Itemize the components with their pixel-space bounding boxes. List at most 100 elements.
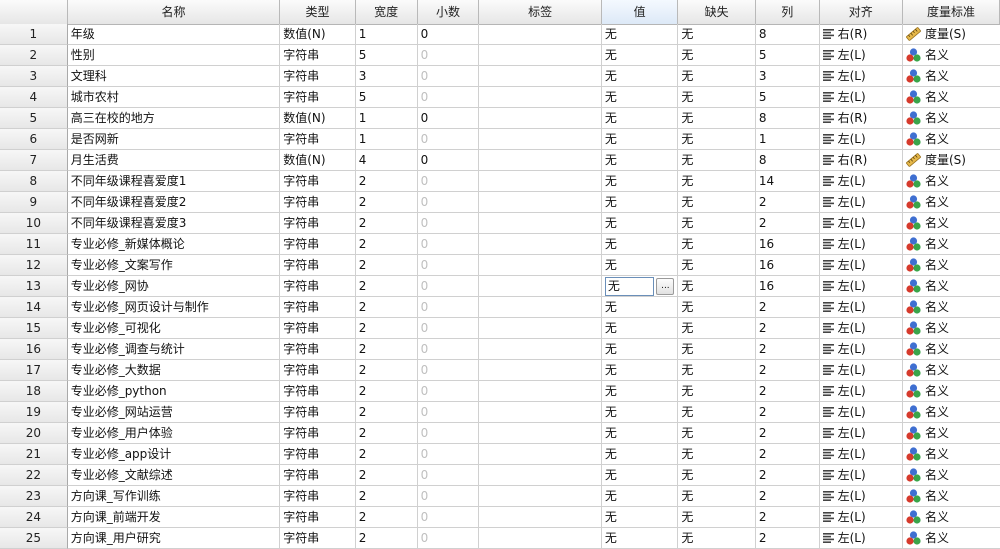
values-cell[interactable]: 无 bbox=[601, 528, 679, 549]
row-number[interactable]: 2 bbox=[0, 45, 68, 66]
values-cell[interactable]: 无... bbox=[601, 276, 679, 297]
label-cell[interactable] bbox=[479, 150, 602, 171]
align-cell[interactable]: 左(L) bbox=[819, 507, 903, 528]
row-number[interactable]: 13 bbox=[0, 276, 68, 297]
missing-cell[interactable]: 无 bbox=[678, 234, 756, 255]
columns-cell[interactable]: 2 bbox=[755, 213, 820, 234]
name-cell[interactable]: 专业必修_文献综述 bbox=[67, 465, 281, 486]
name-cell[interactable]: 专业必修_app设计 bbox=[67, 444, 281, 465]
row-number[interactable]: 4 bbox=[0, 87, 68, 108]
measure-cell[interactable]: 名义 bbox=[902, 255, 1000, 276]
name-cell[interactable]: 专业必修_网站运营 bbox=[67, 402, 281, 423]
measure-cell[interactable]: 名义 bbox=[902, 45, 1000, 66]
label-cell[interactable] bbox=[479, 192, 602, 213]
missing-cell[interactable]: 无 bbox=[678, 465, 756, 486]
columns-cell[interactable]: 8 bbox=[755, 108, 820, 129]
type-cell[interactable]: 字符串 bbox=[280, 276, 356, 297]
label-cell[interactable] bbox=[479, 465, 602, 486]
type-cell[interactable]: 字符串 bbox=[280, 465, 356, 486]
measure-cell[interactable]: 度量(S) bbox=[902, 150, 1000, 171]
row-number[interactable]: 18 bbox=[0, 381, 68, 402]
measure-cell[interactable]: 名义 bbox=[902, 402, 1000, 423]
align-cell[interactable]: 左(L) bbox=[819, 129, 903, 150]
missing-cell[interactable]: 无 bbox=[678, 486, 756, 507]
header-width[interactable]: 宽度 bbox=[356, 0, 418, 24]
row-number[interactable]: 12 bbox=[0, 255, 68, 276]
name-cell[interactable]: 不同年级课程喜爱度3 bbox=[67, 213, 281, 234]
values-cell[interactable]: 无 bbox=[601, 213, 679, 234]
columns-cell[interactable]: 8 bbox=[755, 24, 820, 45]
width-cell[interactable]: 2 bbox=[355, 465, 418, 486]
align-cell[interactable]: 左(L) bbox=[819, 318, 903, 339]
width-cell[interactable]: 1 bbox=[355, 129, 418, 150]
label-cell[interactable] bbox=[479, 297, 602, 318]
decimals-cell[interactable]: 0 bbox=[417, 318, 480, 339]
name-cell[interactable]: 专业必修_可视化 bbox=[67, 318, 281, 339]
label-cell[interactable] bbox=[479, 339, 602, 360]
missing-cell[interactable]: 无 bbox=[678, 339, 756, 360]
decimals-cell[interactable]: 0 bbox=[417, 108, 480, 129]
align-cell[interactable]: 左(L) bbox=[819, 486, 903, 507]
values-cell[interactable]: 无 bbox=[601, 66, 679, 87]
row-number[interactable]: 1 bbox=[0, 24, 68, 45]
name-cell[interactable]: 专业必修_新媒体概论 bbox=[67, 234, 281, 255]
align-cell[interactable]: 左(L) bbox=[819, 381, 903, 402]
name-cell[interactable]: 专业必修_python bbox=[67, 381, 281, 402]
values-cell[interactable]: 无 bbox=[601, 507, 679, 528]
label-cell[interactable] bbox=[479, 24, 602, 45]
width-cell[interactable]: 2 bbox=[355, 381, 418, 402]
align-cell[interactable]: 左(L) bbox=[819, 360, 903, 381]
type-cell[interactable]: 字符串 bbox=[280, 129, 356, 150]
missing-cell[interactable]: 无 bbox=[678, 381, 756, 402]
align-cell[interactable]: 左(L) bbox=[819, 87, 903, 108]
name-cell[interactable]: 高三在校的地方 bbox=[67, 108, 281, 129]
missing-cell[interactable]: 无 bbox=[678, 276, 756, 297]
type-cell[interactable]: 字符串 bbox=[280, 255, 356, 276]
row-number[interactable]: 25 bbox=[0, 528, 68, 549]
row-number[interactable]: 24 bbox=[0, 507, 68, 528]
columns-cell[interactable]: 8 bbox=[755, 150, 820, 171]
row-number[interactable]: 8 bbox=[0, 171, 68, 192]
header-name[interactable]: 名称 bbox=[68, 0, 281, 24]
decimals-cell[interactable]: 0 bbox=[417, 486, 480, 507]
decimals-cell[interactable]: 0 bbox=[417, 45, 480, 66]
corner-header[interactable] bbox=[0, 0, 68, 24]
width-cell[interactable]: 1 bbox=[355, 24, 418, 45]
label-cell[interactable] bbox=[479, 381, 602, 402]
values-cell[interactable]: 无 bbox=[601, 402, 679, 423]
missing-cell[interactable]: 无 bbox=[678, 108, 756, 129]
type-cell[interactable]: 字符串 bbox=[280, 297, 356, 318]
columns-cell[interactable]: 2 bbox=[755, 423, 820, 444]
name-cell[interactable]: 方向课_写作训练 bbox=[67, 486, 281, 507]
align-cell[interactable]: 左(L) bbox=[819, 45, 903, 66]
name-cell[interactable]: 专业必修_网协 bbox=[67, 276, 281, 297]
measure-cell[interactable]: 名义 bbox=[902, 486, 1000, 507]
row-number[interactable]: 21 bbox=[0, 444, 68, 465]
label-cell[interactable] bbox=[479, 507, 602, 528]
row-number[interactable]: 3 bbox=[0, 66, 68, 87]
row-number[interactable]: 14 bbox=[0, 297, 68, 318]
header-columns[interactable]: 列 bbox=[756, 0, 820, 24]
values-cell[interactable]: 无 bbox=[601, 381, 679, 402]
values-edit-field[interactable]: 无 bbox=[604, 276, 655, 296]
values-cell[interactable]: 无 bbox=[601, 171, 679, 192]
values-cell[interactable]: 无 bbox=[601, 150, 679, 171]
columns-cell[interactable]: 3 bbox=[755, 66, 820, 87]
measure-cell[interactable]: 名义 bbox=[902, 297, 1000, 318]
width-cell[interactable]: 2 bbox=[355, 402, 418, 423]
columns-cell[interactable]: 2 bbox=[755, 402, 820, 423]
type-cell[interactable]: 字符串 bbox=[280, 234, 356, 255]
type-cell[interactable]: 字符串 bbox=[280, 381, 356, 402]
decimals-cell[interactable]: 0 bbox=[417, 423, 480, 444]
width-cell[interactable]: 2 bbox=[355, 360, 418, 381]
missing-cell[interactable]: 无 bbox=[678, 507, 756, 528]
missing-cell[interactable]: 无 bbox=[678, 255, 756, 276]
type-cell[interactable]: 数值(N) bbox=[280, 24, 356, 45]
missing-cell[interactable]: 无 bbox=[678, 87, 756, 108]
label-cell[interactable] bbox=[479, 402, 602, 423]
decimals-cell[interactable]: 0 bbox=[417, 297, 480, 318]
label-cell[interactable] bbox=[479, 255, 602, 276]
name-cell[interactable]: 方向课_前端开发 bbox=[67, 507, 281, 528]
decimals-cell[interactable]: 0 bbox=[417, 360, 480, 381]
type-cell[interactable]: 字符串 bbox=[280, 507, 356, 528]
